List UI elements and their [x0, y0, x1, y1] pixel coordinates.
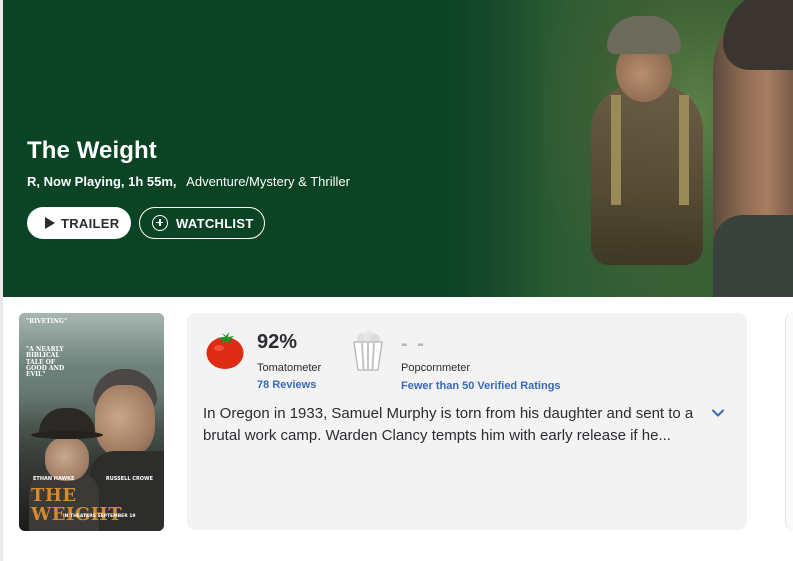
play-icon	[45, 217, 55, 229]
movie-title: The Weight	[27, 137, 157, 164]
tomatometer-reviews-link[interactable]: 78 Reviews	[257, 379, 316, 391]
poster-actor-2: RUSSELL CROWE	[105, 476, 153, 482]
movie-meta: R, Now Playing, 1h 55m, Adventure/Myster…	[27, 174, 350, 189]
watchlist-button[interactable]: WATCHLIST	[139, 207, 265, 239]
chevron-down-icon[interactable]	[711, 406, 725, 420]
synopsis-text: In Oregon in 1933, Samuel Murphy is torn…	[203, 405, 694, 444]
tomatometer-score: 92%	[257, 331, 298, 353]
poster-actor-1: ETHAN HAWKE	[33, 476, 75, 482]
trailer-button-label: TRAILER	[61, 215, 120, 231]
tomatometer-label: Tomatometer	[257, 362, 322, 374]
watchlist-button-label: WATCHLIST	[176, 215, 254, 231]
tomato-icon	[206, 332, 244, 369]
trailer-button[interactable]: TRAILER	[27, 207, 131, 239]
poster-quote: "RIVETING"	[26, 318, 68, 325]
next-card-edge	[785, 312, 793, 530]
movie-genre: Adventure/Mystery & Thriller	[186, 174, 350, 189]
popcornmeter-ratings-link[interactable]: Fewer than 50 Verified Ratings	[401, 380, 561, 392]
plus-circle-icon	[152, 215, 168, 231]
hero-banner: The Weight R, Now Playing, 1h 55m, Adven…	[3, 0, 793, 297]
popcornmeter-score: - -	[401, 333, 426, 355]
popcornmeter-label: Popcornmeter	[401, 362, 471, 374]
poster-quote-2: "A NEARLY BIBLICAL TALE OF GOOD AND EVIL…	[26, 346, 65, 379]
movie-poster[interactable]: "RIVETING" "A NEARLY BIBLICAL TALE OF GO…	[19, 313, 164, 531]
hero-backdrop-image	[443, 0, 793, 297]
movie-meta-details: R, Now Playing, 1h 55m,	[27, 174, 177, 189]
popcorn-icon	[353, 330, 383, 371]
poster-release: IN THEATERS SEPTEMBER 19	[63, 514, 136, 519]
poster-cast: ETHAN HAWKE RUSSELL CROWE	[33, 476, 153, 482]
